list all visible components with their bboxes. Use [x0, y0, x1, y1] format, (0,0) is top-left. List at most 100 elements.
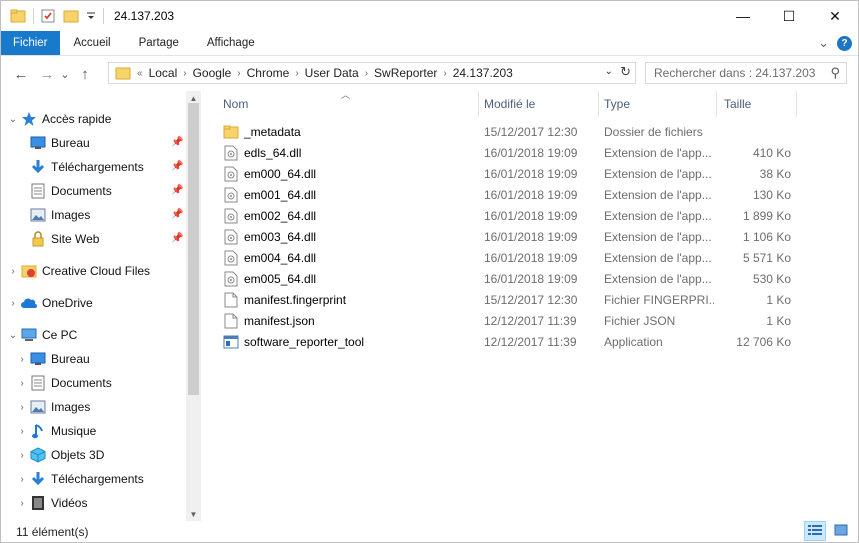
table-row[interactable]: edls_64.dll 16/01/2018 19:09 Extension de …: [201, 143, 858, 164]
column-header-name[interactable]: Nom ︿: [201, 90, 479, 117]
table-row[interactable]: em005_64.dll 16/01/2018 19:09 Extension de…: [201, 269, 858, 290]
chevron-right-icon[interactable]: ›: [293, 68, 300, 79]
file-modified-date: 15/12/2017 12:30: [484, 125, 578, 139]
table-row[interactable]: em001_64.dll 16/01/2018 19:09 Extension de…: [201, 185, 858, 206]
minimize-button[interactable]: —: [720, 1, 766, 31]
table-row[interactable]: _metadata 15/12/2017 12:30 Dossier de fich…: [201, 122, 858, 143]
computer-icon: [20, 327, 37, 343]
table-row[interactable]: software_reporter_tool 12/12/2017 11:39 Ap…: [201, 332, 858, 353]
details-view-button[interactable]: [804, 521, 826, 541]
table-row[interactable]: em000_64.dll 16/01/2018 19:09 Extension de…: [201, 164, 858, 185]
breadcrumb-google[interactable]: Google: [189, 66, 236, 80]
chevron-right-icon[interactable]: ›: [15, 450, 29, 461]
tab-accueil[interactable]: Accueil: [60, 31, 125, 55]
breadcrumb-current[interactable]: 24.137.203: [449, 66, 517, 80]
file-size: 1 899 Ko: [742, 209, 791, 223]
breadcrumb-swreporter[interactable]: SwReporter: [370, 66, 441, 80]
properties-icon[interactable]: [40, 8, 56, 24]
tab-fichier[interactable]: Fichier: [1, 31, 60, 55]
table-row[interactable]: em004_64.dll 16/01/2018 19:09 Extension de…: [201, 248, 858, 269]
chevron-right-icon[interactable]: ›: [6, 266, 20, 277]
tab-affichage[interactable]: Affichage: [193, 31, 269, 55]
close-button[interactable]: ✕: [812, 1, 858, 31]
sidebar-item-musique[interactable]: › Musique: [15, 420, 96, 442]
breadcrumb-local[interactable]: Local: [145, 66, 182, 80]
chevron-right-icon[interactable]: ›: [181, 68, 188, 79]
address-bar[interactable]: « Local › Google › Chrome › User Data › …: [108, 62, 636, 84]
chevron-right-icon[interactable]: ›: [15, 354, 29, 365]
pin-icon[interactable]: 📌: [171, 185, 183, 196]
chevron-right-icon[interactable]: ›: [15, 498, 29, 509]
column-header-size[interactable]: Taille: [717, 91, 797, 117]
back-button[interactable]: ←: [10, 63, 32, 85]
pin-icon[interactable]: 📌: [171, 209, 183, 220]
images-icon: [29, 399, 46, 415]
pin-icon[interactable]: 📌: [171, 161, 183, 172]
sidebar-item-objets-3d[interactable]: › Objets 3D: [15, 444, 104, 466]
sidebar-item-label: Objets 3D: [51, 448, 105, 462]
file-name: em000_64.dll: [244, 167, 317, 181]
scrollbar-thumb[interactable]: [188, 103, 199, 395]
desktop-icon: [29, 351, 46, 367]
chevron-right-icon[interactable]: ›: [441, 68, 448, 79]
chevron-right-icon[interactable]: ›: [15, 426, 29, 437]
sidebar-item-pc-documents[interactable]: › Documents: [15, 372, 112, 394]
chevron-right-icon[interactable]: ›: [15, 474, 29, 485]
expand-ribbon-icon[interactable]: ⌄: [818, 35, 829, 51]
sidebar-item-pc-telechargements[interactable]: › Téléchargements: [15, 468, 144, 490]
sidebar-item-telechargements[interactable]: Téléchargements: [29, 156, 144, 178]
new-folder-icon[interactable]: [63, 8, 79, 24]
dll-file-icon: [223, 187, 239, 203]
file-type: Extension de l'app...: [604, 209, 712, 223]
breadcrumb: « Local › Google › Chrome › User Data › …: [109, 66, 517, 80]
chevron-down-icon[interactable]: ⌄: [6, 114, 20, 125]
documents-icon: [29, 375, 46, 391]
sidebar-item-label: Vidéos: [51, 496, 88, 510]
sidebar-item-site-web[interactable]: Site Web: [29, 228, 99, 250]
sidebar-item-videos[interactable]: › Vidéos: [15, 492, 87, 514]
chevron-right-icon[interactable]: ›: [6, 298, 20, 309]
chevron-right-icon[interactable]: ›: [15, 378, 29, 389]
column-header-type[interactable]: Type: [599, 91, 717, 117]
refresh-icon[interactable]: ↻: [620, 64, 631, 80]
address-dropdown-icon[interactable]: ⌄: [605, 66, 613, 77]
sidebar-item-documents[interactable]: Documents: [29, 180, 112, 202]
lock-folder-icon: [29, 231, 46, 247]
chevron-right-icon[interactable]: ›: [15, 402, 29, 413]
sidebar-item-label: Téléchargements: [51, 160, 144, 174]
pin-icon[interactable]: 📌: [171, 137, 183, 148]
images-icon: [29, 207, 46, 223]
maximize-button[interactable]: ☐: [766, 1, 812, 31]
sidebar-item-pc-bureau[interactable]: › Bureau: [15, 348, 89, 370]
forward-button[interactable]: →: [36, 63, 58, 85]
pin-icon[interactable]: 📌: [171, 233, 183, 244]
chevron-right-icon[interactable]: ›: [363, 68, 370, 79]
sidebar-item-images[interactable]: Images: [29, 204, 90, 226]
sidebar-item-ce-pc[interactable]: ⌄ Ce PC: [6, 324, 78, 346]
table-row[interactable]: em002_64.dll 16/01/2018 19:09 Extension de…: [201, 206, 858, 227]
breadcrumb-user-data[interactable]: User Data: [301, 66, 363, 80]
table-row[interactable]: manifest.json 12/12/2017 11:39 Fichier JSO…: [201, 311, 858, 332]
sidebar-item-acces-rapide[interactable]: ⌄ Accès rapide: [6, 108, 111, 130]
scroll-down-icon[interactable]: ▼: [186, 507, 201, 521]
table-row[interactable]: manifest.fingerprint 15/12/2017 12:30 Fich…: [201, 290, 858, 311]
sidebar-item-creative-cloud-files[interactable]: › Creative Cloud Files: [6, 260, 150, 282]
breadcrumb-overflow[interactable]: «: [135, 68, 145, 79]
sidebar-item-bureau[interactable]: Bureau: [29, 132, 90, 154]
table-row[interactable]: em003_64.dll 16/01/2018 19:09 Extension de…: [201, 227, 858, 248]
breadcrumb-chrome[interactable]: Chrome: [243, 66, 294, 80]
sidebar-item-pc-images[interactable]: › Images: [15, 396, 90, 418]
large-icons-view-button[interactable]: [830, 521, 852, 541]
sidebar-item-label: Bureau: [51, 136, 90, 150]
customize-toolbar-icon[interactable]: [86, 8, 96, 24]
sidebar-scrollbar[interactable]: ▲ ▼: [186, 91, 201, 521]
up-button[interactable]: ↑: [74, 63, 96, 85]
sidebar-item-onedrive[interactable]: › OneDrive: [6, 292, 92, 314]
search-input[interactable]: Rechercher dans : 24.137.203 ⚲: [645, 62, 847, 84]
tab-partage[interactable]: Partage: [125, 31, 193, 55]
recent-locations-button[interactable]: ⌄: [58, 63, 72, 85]
help-icon[interactable]: ?: [837, 35, 852, 51]
chevron-right-icon[interactable]: ›: [235, 68, 242, 79]
column-header-modified[interactable]: Modifié le: [479, 91, 599, 117]
chevron-down-icon[interactable]: ⌄: [6, 330, 20, 341]
